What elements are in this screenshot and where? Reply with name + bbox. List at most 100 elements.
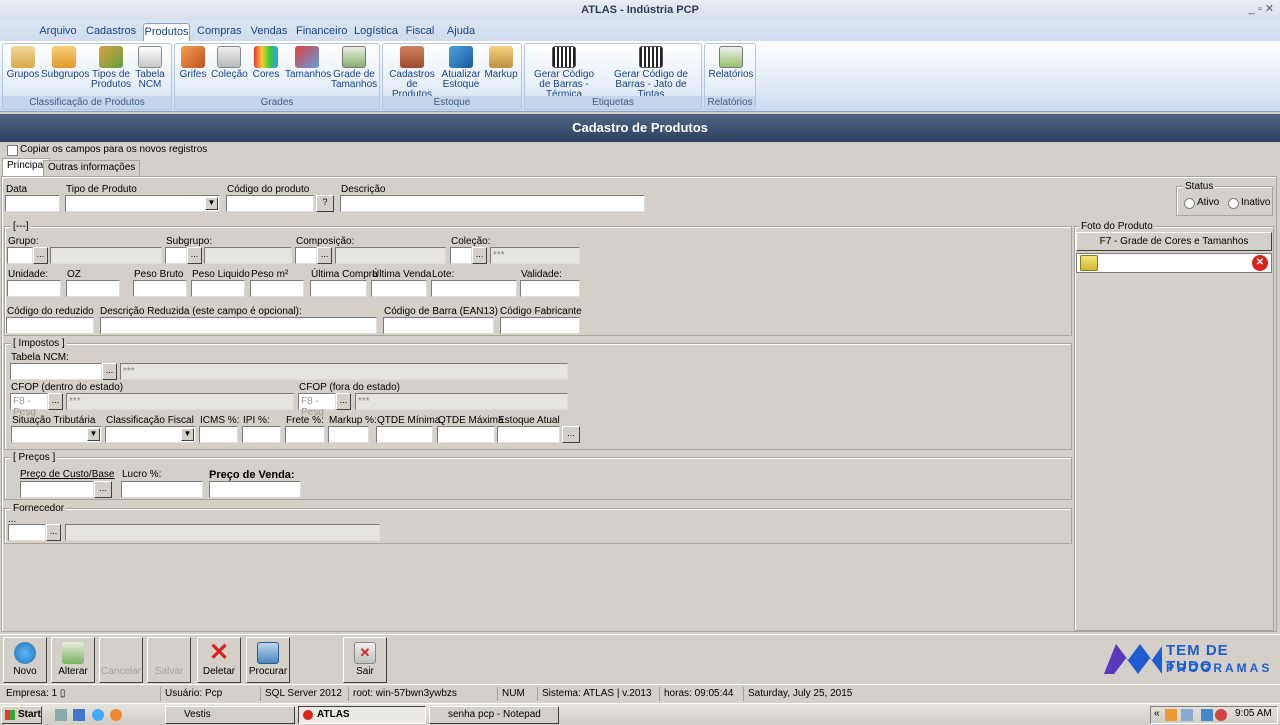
chevron-down-icon[interactable]: ▼ — [205, 197, 218, 210]
oz-field[interactable] — [66, 280, 120, 297]
descricao-field[interactable] — [340, 195, 645, 212]
preco-venda-field[interactable] — [209, 481, 301, 498]
menu-logistica[interactable]: Logística — [354, 23, 398, 42]
tabela-ncm-button[interactable]: Tabela NCM — [133, 46, 167, 90]
data-field[interactable] — [5, 195, 60, 212]
cores-button[interactable]: Cores — [251, 46, 281, 80]
menu-compras[interactable]: Compras — [197, 23, 242, 42]
codigo-barra-field[interactable] — [383, 317, 494, 334]
codigo-fabricante-field[interactable] — [500, 317, 580, 334]
ultima-venda-field[interactable] — [371, 280, 427, 297]
markup-button[interactable]: Markup — [483, 46, 519, 80]
tray-volume-icon[interactable] — [1215, 709, 1227, 721]
grade-cores-tamanhos-button[interactable]: F7 - Grade de Cores e Tamanhos — [1076, 232, 1272, 251]
codigo-barras-jato-button[interactable]: Gerar Código de Barras - Jato de Tintas — [603, 46, 699, 100]
relatorios-button[interactable]: Relatórios — [708, 46, 754, 80]
tray-network-icon[interactable] — [1181, 709, 1193, 721]
colecao-code-field[interactable] — [450, 247, 472, 264]
task-vestis[interactable]: Vestis — [165, 706, 295, 724]
menu-financeiro[interactable]: Financeiro — [296, 23, 347, 42]
salvar-button[interactable]: Salvar — [147, 637, 191, 683]
ncm-code-field[interactable] — [10, 363, 102, 380]
estoque-search-button[interactable]: ... — [562, 426, 580, 443]
chevron-down-icon[interactable]: ▼ — [87, 428, 100, 441]
preco-custo-field[interactable] — [20, 481, 94, 498]
markup-field[interactable] — [328, 426, 369, 443]
ativo-radio[interactable] — [1184, 198, 1195, 209]
menu-cadastros[interactable]: Cadastros — [86, 23, 136, 42]
menu-produtos[interactable]: Produtos — [143, 23, 190, 42]
subgrupo-code-field[interactable] — [165, 247, 187, 264]
grifes-button[interactable]: Grifes — [178, 46, 208, 80]
desktop-icon[interactable] — [73, 709, 85, 721]
codigo-produto-field[interactable] — [226, 195, 314, 212]
tray-expand-icon[interactable]: « — [1154, 708, 1160, 719]
fornecedor-code-field[interactable] — [8, 524, 46, 541]
tab-outras-informacoes[interactable]: Outras informações — [43, 160, 141, 176]
ie-icon[interactable] — [92, 709, 104, 721]
task-atlas[interactable]: ATLAS — [298, 706, 426, 724]
icms-field[interactable] — [199, 426, 238, 443]
deletar-button[interactable]: ✕ Deletar — [197, 637, 241, 683]
qtde-maxima-field[interactable] — [437, 426, 495, 443]
qtde-minima-field[interactable] — [376, 426, 433, 443]
situacao-select[interactable]: ▼ — [11, 426, 102, 443]
procurar-button[interactable]: Procurar — [246, 637, 290, 683]
open-folder-icon[interactable] — [1080, 255, 1098, 271]
tray-app-icon[interactable] — [1165, 709, 1177, 721]
cfop-dentro-search-button[interactable]: ... — [48, 393, 63, 410]
menu-arquivo[interactable]: Arquivo — [38, 23, 78, 42]
quicklaunch-icon[interactable] — [55, 709, 67, 721]
validade-field[interactable] — [520, 280, 580, 297]
cfop-fora-field[interactable]: F8 - Pesq — [298, 393, 336, 418]
start-button[interactable]: Start — [1, 706, 42, 724]
tamanhos-button[interactable]: Tamanhos — [285, 46, 331, 80]
lucro-field[interactable] — [121, 481, 203, 498]
sair-button[interactable]: ✕ Sair — [343, 637, 387, 683]
ncm-search-button[interactable]: ... — [102, 363, 117, 380]
colecao-button[interactable]: Coleção — [211, 46, 248, 80]
fornecedor-search-button[interactable]: ... — [46, 524, 61, 541]
tipos-produtos-button[interactable]: Tipos de Produtos — [89, 46, 133, 90]
firefox-icon[interactable] — [110, 709, 122, 721]
window-controls[interactable]: _ ▫ ✕ — [1240, 0, 1274, 20]
colecao-search-button[interactable]: ... — [472, 247, 487, 264]
grade-tamanhos-button[interactable]: Grade de Tamanhos — [331, 46, 377, 90]
grupos-button[interactable]: Grupos — [6, 46, 40, 80]
tray-monitor-icon[interactable] — [1201, 709, 1213, 721]
codigo-help-button[interactable]: ? — [316, 195, 334, 212]
novo-button[interactable]: Novo — [3, 637, 47, 683]
classificacao-select[interactable]: ▼ — [105, 426, 196, 443]
peso-liquido-field[interactable] — [191, 280, 245, 297]
ipi-field[interactable] — [242, 426, 281, 443]
composicao-search-button[interactable]: ... — [317, 247, 332, 264]
tipo-produto-select[interactable]: ▼ — [65, 195, 220, 212]
subgrupo-search-button[interactable]: ... — [187, 247, 202, 264]
remove-photo-icon[interactable]: ✕ — [1252, 255, 1268, 271]
estoque-atual-field[interactable] — [497, 426, 560, 443]
codigo-barras-termica-button[interactable]: Gerar Código de Barras - Térmica — [528, 46, 600, 100]
cfop-dentro-field[interactable]: F8 - Pesq — [10, 393, 48, 418]
unidade-field[interactable] — [7, 280, 61, 297]
peso-bruto-field[interactable] — [133, 280, 187, 297]
composicao-code-field[interactable] — [295, 247, 317, 264]
menu-vendas[interactable]: Vendas — [249, 23, 289, 42]
grupo-search-button[interactable]: ... — [33, 247, 48, 264]
cadastros-produtos-button[interactable]: Cadastros de Produtos — [386, 46, 438, 100]
grupo-code-field[interactable] — [7, 247, 33, 264]
preco-custo-button[interactable]: ... — [94, 481, 112, 498]
descricao-reduzida-field[interactable] — [100, 317, 377, 334]
chevron-down-icon[interactable]: ▼ — [181, 428, 194, 441]
cfop-fora-search-button[interactable]: ... — [336, 393, 351, 410]
codigo-reduzido-field[interactable] — [6, 317, 94, 334]
menu-ajuda[interactable]: Ajuda — [444, 23, 478, 42]
ultima-compra-field[interactable] — [310, 280, 367, 297]
alterar-button[interactable]: Alterar — [51, 637, 95, 683]
lote-field[interactable] — [431, 280, 517, 297]
subgrupos-button[interactable]: Subgrupos — [41, 46, 89, 80]
peso-m2-field[interactable] — [250, 280, 304, 297]
copy-fields-checkbox[interactable] — [7, 145, 18, 156]
atualizar-estoque-button[interactable]: Atualizar Estoque — [439, 46, 483, 90]
inativo-radio[interactable] — [1228, 198, 1239, 209]
menu-fiscal[interactable]: Fiscal — [405, 23, 435, 42]
